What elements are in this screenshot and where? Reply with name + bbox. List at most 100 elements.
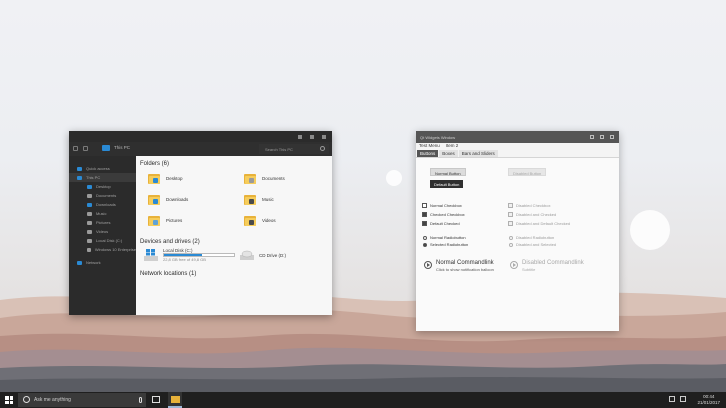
sidebar-item-label: Pictures [96,220,111,225]
sidebar-item[interactable]: Videos [69,227,136,236]
sidebar-item[interactable]: Local Disk (C:) [69,236,136,245]
sidebar-item[interactable]: Documents [69,191,136,200]
sidebar-item[interactable]: This PC [69,173,136,182]
sidebar-item-label: Quick access [86,166,110,171]
disabled-checked-checkbox: Disabled and Checked [508,212,556,217]
disabled-checkbox: Disabled Checkbox [508,203,550,208]
drives-header[interactable]: Devices and drives (2) [140,239,200,245]
taskbar-search-box[interactable]: Ask me anything [18,393,146,407]
sidebar-item[interactable]: Desktop [69,182,136,191]
close-icon[interactable] [610,135,614,139]
folder-tile[interactable]: Documents [244,173,285,184]
forward-icon[interactable] [83,146,88,151]
menu-item-2[interactable]: Item 2 [446,143,459,150]
checked-checkbox[interactable]: Checked Checkbox [422,212,465,217]
tab-bar: Buttons Boxes Bars and Sliders [417,150,498,157]
folder-label: Documents [262,176,285,181]
microphone-icon[interactable] [139,397,142,403]
disabled-commandlink: Disabled Commandlink Subtitle [510,260,584,272]
disabled-selected-radiobutton: Disabled and Selected [509,242,556,247]
back-icon[interactable] [73,146,78,151]
default-checked-checkbox[interactable]: Default Checked [422,221,460,226]
commandlink-desc: Click to show notification balloon [436,267,494,272]
folder-tile[interactable]: Downloads [148,194,188,205]
file-explorer-taskbar-icon[interactable] [168,392,182,408]
folder-tile[interactable]: Videos [244,215,276,226]
network-tray-icon[interactable] [669,396,675,402]
content-pane: Folders (6) Desktop Documents Downloads Mus… [136,156,332,315]
drive-c[interactable]: Local Disk (C:) 22,8 GB free of 49,8 GB [144,248,235,262]
menu-test[interactable]: Test Menu [419,143,440,150]
qt-window-title: Qt Widgets Window [420,135,456,140]
dvd-icon [87,247,91,252]
menu-bar: Test Menu Item 2 [416,143,458,150]
system-tray [669,396,686,402]
address-text[interactable]: This PC [114,145,130,150]
default-button[interactable]: Default Button [430,180,464,188]
drive-d[interactable]: CD Drive (D:) [240,250,286,260]
sidebar-item[interactable]: Windows 10 Enterprise [69,245,136,254]
normal-commandlink[interactable]: Normal Commandlink Click to show notific… [424,260,494,272]
drive-c-free: 22,8 GB free of 49,8 GB [163,257,206,262]
music-icon [87,211,92,216]
selected-radiobutton[interactable]: Selected Radiobutton [423,242,468,247]
sidebar-item-label: Documents [96,193,117,198]
normal-button[interactable]: Normal Button [430,168,466,176]
navigation-pane: Quick access This PC Desktop Documents Downl… [69,156,136,315]
sidebar-item-label: Downloads [96,202,116,207]
cortana-icon[interactable] [23,396,30,403]
sidebar-item[interactable]: Pictures [69,218,136,227]
folder-tile[interactable]: Music [244,194,274,205]
folder-tile[interactable]: Pictures [148,215,182,226]
clock[interactable]: 00:44 21/01/2017 [697,394,720,406]
disabled-button: Disabled Button [508,168,547,176]
search-icon[interactable] [320,146,325,151]
windows-start-icon[interactable] [5,396,13,404]
folder-icon [244,215,256,226]
tab-boxes[interactable]: Boxes [439,150,458,157]
explorer-titlebar[interactable] [69,131,332,142]
tab-bars-and-sliders[interactable]: Bars and Sliders [458,150,498,157]
address-bar: This PC Search This PC [69,142,332,156]
sidebar-item-label: This PC [86,175,101,180]
sidebar-item[interactable]: Downloads [69,200,136,209]
normal-checkbox[interactable]: Normal Checkbox [422,203,462,208]
sun-circle-large [630,210,670,250]
tab-buttons[interactable]: Buttons [417,150,439,157]
qt-titlebar[interactable]: Qt Widgets Window [416,131,619,143]
explorer-search-box[interactable]: Search This PC [259,144,329,154]
network-icon [77,260,82,265]
commandlink-title: Normal Commandlink [436,260,494,266]
task-view-icon[interactable] [152,396,160,403]
close-icon[interactable] [322,135,326,139]
cd-drive-icon [240,250,254,260]
clock-date: 21/01/2017 [697,400,720,405]
disabled-commandlink-title: Disabled Commandlink [522,260,584,266]
folder-icon [244,173,256,184]
disabled-radiobutton: Disabled Radiobutton [509,235,554,240]
maximize-icon[interactable] [310,135,314,139]
folders-header[interactable]: Folders (6) [140,161,169,167]
folder-label: Pictures [166,218,183,223]
normal-radiobutton[interactable]: Normal Radiobutton [423,235,466,240]
network-header[interactable]: Network locations (1) [140,271,196,277]
taskbar-search-placeholder: Ask me anything [34,397,71,403]
folder-label: Videos [262,218,276,223]
arrow-right-icon [510,261,518,269]
drive-d-label: CD Drive (D:) [259,252,286,258]
sun-circle-small [386,170,402,186]
folder-label: Downloads [166,197,189,202]
folder-icon [148,194,160,205]
maximize-icon[interactable] [600,135,604,139]
minimize-icon[interactable] [590,135,594,139]
folder-tile[interactable]: Desktop [148,173,183,184]
sidebar-item[interactable]: Music [69,209,136,218]
sidebar-item[interactable]: Quick access [69,164,136,173]
minimize-icon[interactable] [298,135,302,139]
folder-icon [244,194,256,205]
folder-label: Desktop [166,176,183,181]
volume-icon[interactable] [680,396,686,402]
sidebar-item[interactable]: Network [69,258,136,267]
sidebar-item-label: Videos [96,229,109,234]
downloads-icon [87,202,92,207]
